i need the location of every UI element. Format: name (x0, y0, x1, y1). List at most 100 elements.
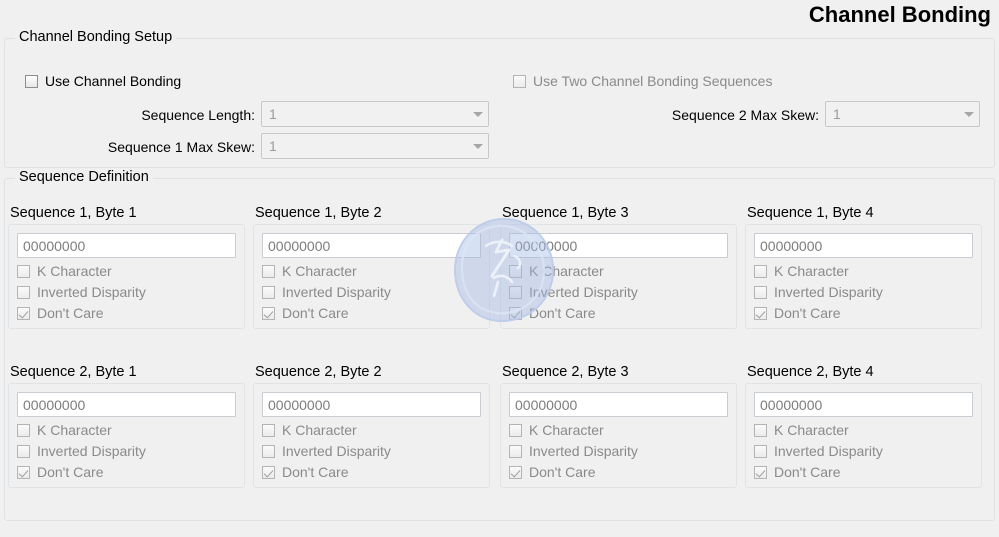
k-character-checkbox: K Character (754, 422, 973, 438)
inverted-disparity-checkbox: Inverted Disparity (17, 443, 236, 459)
byte-panel: K Character Inverted Disparity Don't Care (500, 224, 737, 329)
byte-column: Sequence 2, Byte 1 K Character Inverted Di… (8, 364, 245, 488)
checkbox-box-icon (754, 465, 767, 479)
dont-care-label: Don't Care (529, 305, 596, 321)
sequence-length-value: 1 (269, 106, 277, 122)
byte-column: Sequence 2, Byte 4 K Character Inverted Di… (745, 364, 982, 488)
checkbox-box-icon (509, 423, 522, 437)
checkbox-box-icon (17, 444, 30, 458)
checkbox-box-icon (262, 285, 275, 299)
sequence-1-max-skew-combobox[interactable]: 1 (261, 133, 489, 159)
k-character-label: K Character (529, 263, 604, 279)
inverted-disparity-label: Inverted Disparity (529, 284, 638, 300)
dont-care-checkbox: Don't Care (17, 464, 236, 480)
k-character-label: K Character (37, 263, 112, 279)
k-character-label: K Character (774, 422, 849, 438)
dont-care-checkbox: Don't Care (509, 305, 728, 321)
byte-title: Sequence 1, Byte 2 (255, 205, 382, 221)
checkbox-box-icon (754, 306, 767, 320)
k-character-checkbox: K Character (262, 422, 481, 438)
byte-value-input[interactable] (509, 392, 728, 417)
byte-value-input[interactable] (17, 233, 236, 258)
checkbox-box-icon (17, 306, 30, 320)
k-character-checkbox: K Character (509, 263, 728, 279)
k-character-checkbox: K Character (509, 422, 728, 438)
inverted-disparity-label: Inverted Disparity (282, 284, 391, 300)
checkbox-box-icon (262, 444, 275, 458)
inverted-disparity-label: Inverted Disparity (774, 443, 883, 459)
k-character-checkbox: K Character (17, 422, 236, 438)
k-character-label: K Character (774, 263, 849, 279)
k-character-label: K Character (282, 422, 357, 438)
checkbox-box-icon (754, 264, 767, 278)
use-channel-bonding-label: Use Channel Bonding (45, 73, 182, 89)
k-character-label: K Character (37, 422, 112, 438)
inverted-disparity-label: Inverted Disparity (37, 284, 146, 300)
byte-panel: K Character Inverted Disparity Don't Care (745, 383, 982, 488)
inverted-disparity-checkbox: Inverted Disparity (754, 284, 973, 300)
inverted-disparity-label: Inverted Disparity (774, 284, 883, 300)
chevron-down-icon (959, 102, 979, 126)
byte-title: Sequence 2, Byte 3 (502, 364, 629, 380)
checkbox-box-icon (513, 74, 526, 88)
byte-title: Sequence 2, Byte 4 (747, 364, 874, 380)
inverted-disparity-label: Inverted Disparity (37, 443, 146, 459)
checkbox-box-icon (509, 306, 522, 320)
checkbox-box-icon (17, 423, 30, 437)
checkbox-box-icon (754, 285, 767, 299)
dont-care-checkbox: Don't Care (17, 305, 236, 321)
byte-title: Sequence 2, Byte 2 (255, 364, 382, 380)
channel-bonding-setup-title: Channel Bonding Setup (15, 29, 177, 45)
sequence-2-max-skew-label: Sequence 2 Max Skew: (671, 107, 819, 123)
sequence-2-max-skew-value: 1 (833, 106, 841, 122)
byte-value-input[interactable] (17, 392, 236, 417)
checkbox-box-icon (509, 465, 522, 479)
byte-value-input[interactable] (262, 233, 481, 258)
inverted-disparity-checkbox: Inverted Disparity (754, 443, 973, 459)
dont-care-label: Don't Care (37, 305, 104, 321)
checkbox-box-icon (25, 74, 38, 88)
dont-care-label: Don't Care (529, 464, 596, 480)
inverted-disparity-checkbox: Inverted Disparity (509, 443, 728, 459)
byte-title: Sequence 1, Byte 4 (747, 205, 874, 221)
chevron-down-icon (468, 134, 488, 158)
sequence-2-max-skew-combobox: 1 (825, 101, 980, 127)
byte-title: Sequence 1, Byte 1 (10, 205, 137, 221)
checkbox-box-icon (509, 285, 522, 299)
use-channel-bonding-checkbox[interactable]: Use Channel Bonding (25, 73, 181, 89)
byte-column: Sequence 1, Byte 3 K Character Inverted Di… (500, 205, 737, 329)
inverted-disparity-label: Inverted Disparity (529, 443, 638, 459)
checkbox-box-icon (262, 465, 275, 479)
k-character-checkbox: K Character (17, 263, 236, 279)
byte-column: Sequence 1, Byte 4 K Character Inverted Di… (745, 205, 982, 329)
checkbox-box-icon (17, 285, 30, 299)
dont-care-label: Don't Care (37, 464, 104, 480)
checkbox-box-icon (262, 423, 275, 437)
inverted-disparity-checkbox: Inverted Disparity (262, 284, 481, 300)
sequence-1-max-skew-label: Sequence 1 Max Skew: (107, 139, 255, 155)
sequence-length-label: Sequence Length: (141, 107, 255, 123)
checkbox-box-icon (754, 444, 767, 458)
dont-care-checkbox: Don't Care (262, 305, 481, 321)
sequence-1-max-skew-value: 1 (269, 138, 277, 154)
byte-panel: K Character Inverted Disparity Don't Care (253, 383, 490, 488)
byte-value-input[interactable] (509, 233, 728, 258)
inverted-disparity-checkbox: Inverted Disparity (509, 284, 728, 300)
byte-value-input[interactable] (754, 392, 973, 417)
k-character-checkbox: K Character (262, 263, 481, 279)
use-two-sequences-label: Use Two Channel Bonding Sequences (533, 73, 773, 89)
byte-column: Sequence 2, Byte 3 K Character Inverted Di… (500, 364, 737, 488)
dont-care-checkbox: Don't Care (509, 464, 728, 480)
inverted-disparity-checkbox: Inverted Disparity (262, 443, 481, 459)
checkbox-box-icon (754, 423, 767, 437)
sequence-definition-title: Sequence Definition (15, 169, 153, 185)
byte-value-input[interactable] (262, 392, 481, 417)
byte-value-input[interactable] (754, 233, 973, 258)
byte-column: Sequence 2, Byte 2 K Character Inverted Di… (253, 364, 490, 488)
checkbox-box-icon (262, 306, 275, 320)
dont-care-checkbox: Don't Care (262, 464, 481, 480)
byte-panel: K Character Inverted Disparity Don't Care (745, 224, 982, 329)
sequence-length-combobox[interactable]: 1 (261, 101, 489, 127)
byte-title: Sequence 1, Byte 3 (502, 205, 629, 221)
byte-panel: K Character Inverted Disparity Don't Care (8, 383, 245, 488)
